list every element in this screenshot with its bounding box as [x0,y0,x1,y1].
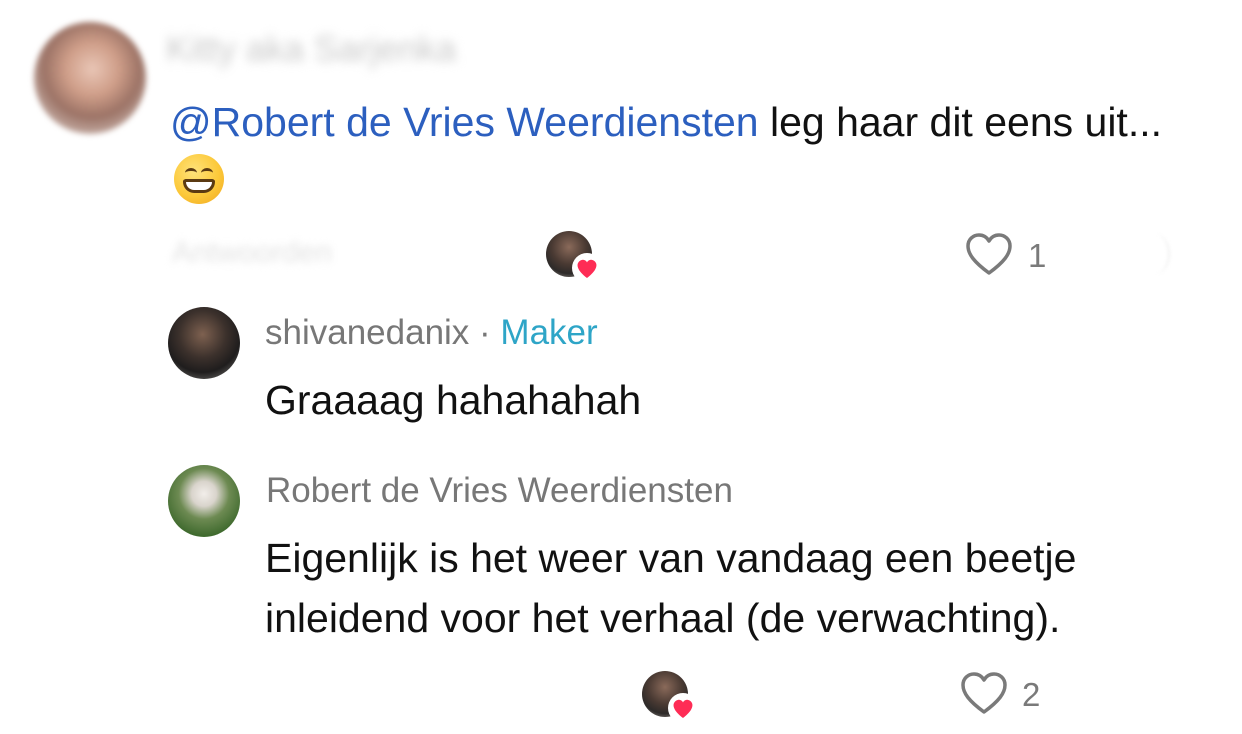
creator-liked-badge [546,231,602,283]
reply-author-avatar[interactable] [168,307,240,379]
reply-author-name[interactable]: shivanedanix [265,313,469,352]
reply-text: Graaaag hahahahah [265,377,642,423]
creator-liked-badge [642,671,698,723]
maker-badge: Maker [500,313,598,352]
reply-author-avatar[interactable] [168,465,240,537]
comment-author-name[interactable]: Kitty aka Sarjenka [166,28,456,70]
reply-author-name[interactable]: Robert de Vries Weerdiensten [266,471,733,511]
like-heart-icon[interactable] [964,231,1014,277]
like-count: 1 [1028,237,1047,274]
reply-action[interactable]: Antwoorden [172,236,332,270]
like-heart-icon[interactable] [959,670,1009,716]
reply-text: Eigenlijk is het weer van vandaag een be… [265,535,1077,641]
like-count: 2 [1022,676,1041,713]
heart-icon [668,693,698,723]
comment-text: @Robert de Vries Weerdiensten leg haar d… [170,92,1170,212]
heart-icon [572,253,602,283]
grinning-face-emoji-icon [174,154,224,204]
comment-author-avatar[interactable] [34,22,146,134]
comment-body: leg haar dit eens uit... [758,99,1162,145]
reply-author-line: shivanedanix · Maker [265,313,598,353]
name-separator: · [469,313,501,352]
user-mention-link[interactable]: @Robert de Vries Weerdiensten [170,99,759,145]
more-options-icon[interactable] [1140,234,1170,274]
